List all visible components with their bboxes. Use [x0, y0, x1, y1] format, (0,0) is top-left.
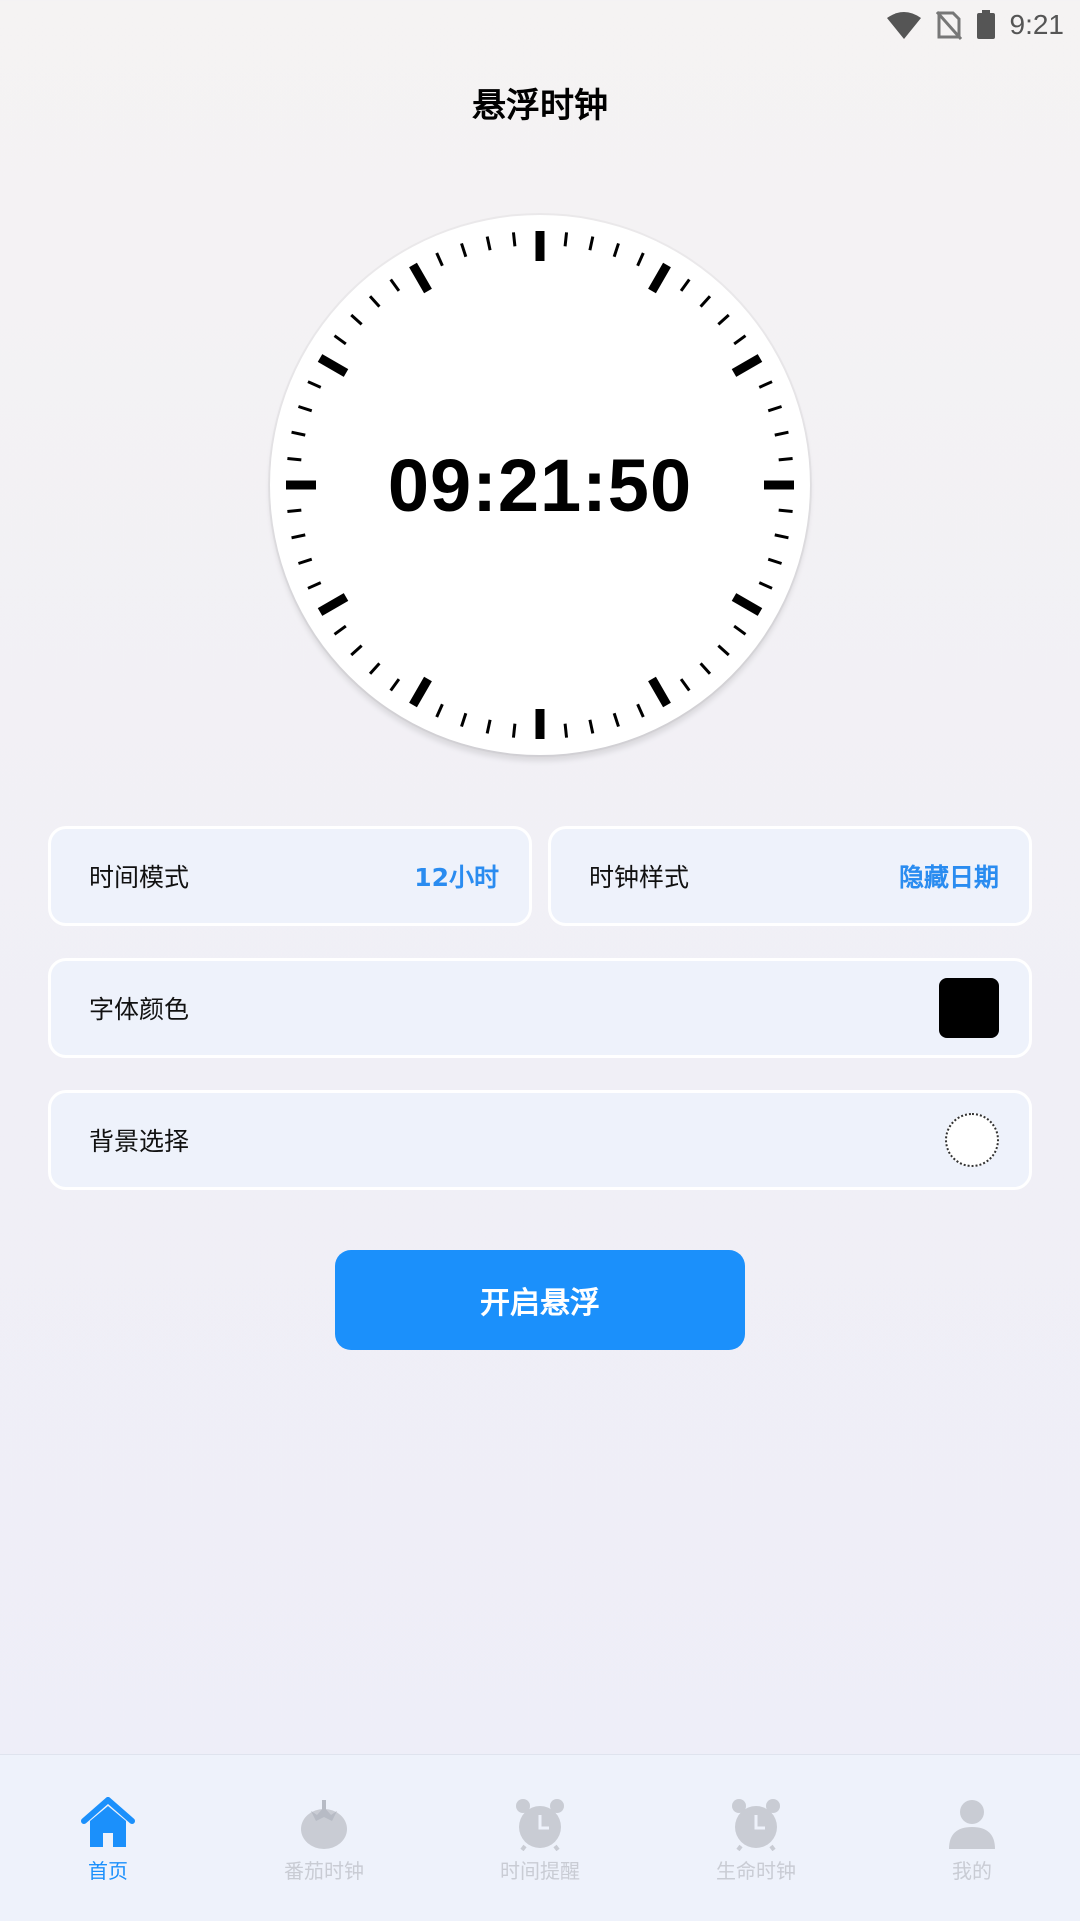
clock-minute-tick	[368, 295, 381, 308]
time-mode-setting[interactable]: 时间模式 12小时	[48, 826, 532, 926]
clock-style-label: 时钟样式	[589, 863, 690, 892]
clock-minute-tick	[767, 405, 783, 413]
wifi-icon	[886, 12, 921, 39]
clock-minute-tick	[350, 313, 363, 326]
status-bar: 9:21	[0, 0, 1080, 50]
clock-minute-tick	[699, 295, 712, 308]
clock-minute-tick	[511, 232, 517, 247]
background-swatch[interactable]	[945, 1113, 999, 1167]
font-color-swatch[interactable]	[939, 978, 999, 1038]
clock-style-setting[interactable]: 时钟样式 隐藏日期	[548, 826, 1032, 926]
clock-minute-tick	[307, 380, 322, 389]
alarm-clock-icon	[732, 1799, 780, 1851]
clock-minute-tick	[717, 644, 730, 657]
clock-minute-tick	[636, 252, 645, 267]
no-sim-icon	[935, 11, 962, 40]
clock-hour-tick	[731, 354, 763, 377]
tab-label: 番茄时钟	[284, 1859, 364, 1883]
font-color-setting[interactable]: 字体颜色	[48, 958, 1032, 1058]
clock-hour-tick	[409, 676, 432, 708]
status-icons: 9:21	[886, 8, 1065, 42]
clock-minute-tick	[774, 533, 789, 540]
tab-label: 首页	[88, 1859, 128, 1883]
clock-minute-tick	[297, 405, 313, 413]
clock-minute-tick	[733, 624, 747, 636]
tab-time-reminder[interactable]: 时间提醒	[432, 1755, 648, 1921]
clock-hour-tick	[317, 593, 349, 616]
font-color-label: 字体颜色	[89, 995, 190, 1024]
clock-minute-tick	[679, 678, 691, 692]
clock-minute-tick	[588, 719, 595, 734]
clock-minute-tick	[435, 252, 444, 267]
clock-minute-tick	[717, 313, 730, 326]
home-icon	[81, 1797, 135, 1847]
clock-minute-tick	[368, 662, 381, 675]
clock-minute-tick	[758, 581, 773, 590]
clock-hour-tick	[648, 262, 671, 294]
background-label: 背景选择	[89, 1127, 190, 1156]
time-mode-value: 12小时	[414, 863, 499, 892]
start-float-button[interactable]: 开启悬浮	[335, 1250, 745, 1350]
clock-hour-tick	[317, 354, 349, 377]
status-time: 9:21	[1009, 9, 1065, 40]
clock-minute-tick	[485, 236, 492, 251]
tab-label: 时间提醒	[500, 1859, 580, 1883]
clock-hour-tick	[731, 593, 763, 616]
clock-minute-tick	[389, 278, 401, 292]
time-mode-label: 时间模式	[89, 863, 190, 892]
tab-tomato-clock[interactable]: 番茄时钟	[216, 1755, 432, 1921]
clock-minute-tick	[699, 662, 712, 675]
clock-style-value: 隐藏日期	[898, 863, 999, 892]
clock-minute-tick	[679, 278, 691, 292]
tab-mine[interactable]: 我的	[864, 1755, 1080, 1921]
tab-label: 生命时钟	[716, 1859, 796, 1883]
clock-minute-tick	[563, 232, 569, 247]
clock-minute-tick	[389, 678, 401, 692]
tomato-icon	[301, 1800, 347, 1849]
user-icon	[949, 1800, 995, 1849]
bottom-tab-bar: 首页 番茄时钟 时间提醒 生命时钟 我的	[0, 1754, 1080, 1921]
clock-minute-tick	[350, 644, 363, 657]
clock-hour-tick	[648, 676, 671, 708]
clock-minute-tick	[333, 334, 347, 346]
clock-minute-tick	[307, 581, 322, 590]
clock-minute-tick	[291, 533, 306, 540]
clock-minute-tick	[291, 430, 306, 437]
clock-time: 09:21:50	[387, 444, 693, 527]
clock-minute-tick	[460, 712, 468, 728]
clock-minute-tick	[460, 242, 468, 258]
clock-minute-tick	[612, 242, 620, 258]
clock-minute-tick	[758, 380, 773, 389]
tab-label: 我的	[952, 1859, 992, 1883]
background-setting[interactable]: 背景选择	[48, 1090, 1032, 1190]
clock-hour-tick	[409, 262, 432, 294]
clock-dial: 09:21:50	[270, 215, 810, 755]
clock-minute-tick	[333, 624, 347, 636]
clock-minute-tick	[563, 723, 569, 738]
clock-minute-tick	[588, 236, 595, 251]
clock-minute-tick	[733, 334, 747, 346]
page-title: 悬浮时钟	[472, 86, 608, 126]
clock-minute-tick	[297, 557, 313, 565]
clock-minute-tick	[435, 703, 444, 718]
clock-minute-tick	[612, 712, 620, 728]
clock-minute-tick	[767, 557, 783, 565]
clock-minute-tick	[774, 430, 789, 437]
alarm-clock-icon	[516, 1799, 564, 1851]
tab-home[interactable]: 首页	[0, 1755, 216, 1921]
tab-life-clock[interactable]: 生命时钟	[648, 1755, 864, 1921]
clock-minute-tick	[485, 719, 492, 734]
clock-minute-tick	[636, 703, 645, 718]
clock-minute-tick	[511, 723, 517, 738]
battery-icon	[976, 10, 995, 39]
